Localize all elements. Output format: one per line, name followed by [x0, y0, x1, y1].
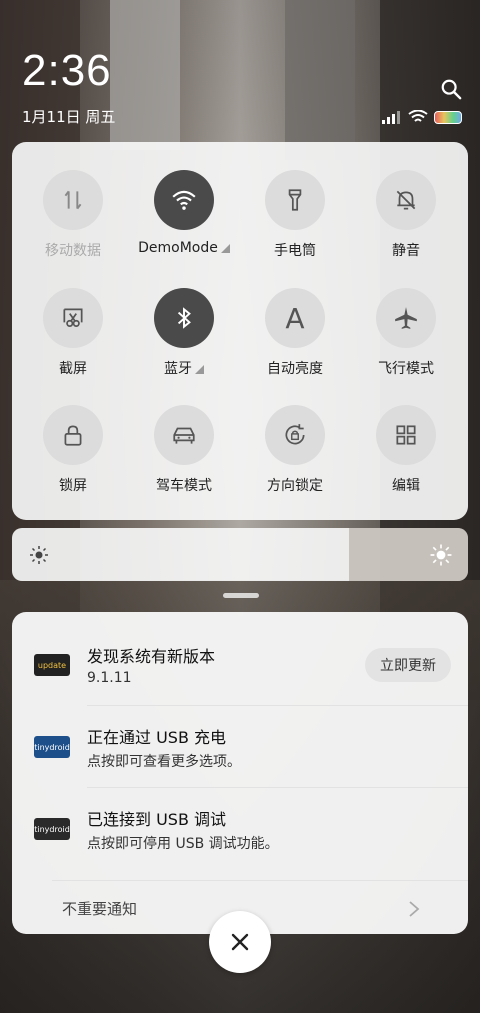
background-building: [285, 0, 355, 160]
expand-triangle-icon: [195, 365, 204, 374]
notification-text: 点按即可查看更多选项。: [87, 754, 241, 770]
notification-panel: update 发现系统有新版本 9.1.11 立即更新 tinydroid 正在…: [12, 612, 468, 934]
notification-title: 发现系统有新版本: [87, 647, 216, 666]
status-icons: [382, 109, 462, 125]
screenshot-icon: [63, 308, 83, 327]
date: 1月11日 周五: [22, 108, 116, 126]
notification-usb-debugging[interactable]: tinydroid 已连接到 USB 调试 点按即可停用 USB 调试功能。: [12, 788, 468, 868]
battery-icon: [434, 110, 462, 124]
tile-bluetooth[interactable]: 蓝牙: [129, 288, 239, 378]
tile-label: 锁屏: [59, 478, 87, 494]
lock-icon: [64, 425, 82, 446]
tile-mute[interactable]: 静音: [351, 170, 461, 260]
mobile-data-icon: [64, 190, 82, 210]
search-icon[interactable]: [440, 78, 462, 100]
tile-label: DemoMode: [138, 240, 218, 256]
tile-flashlight[interactable]: 手电筒: [240, 170, 350, 260]
tile-airplane-mode[interactable]: 飞行模式: [351, 288, 461, 378]
tile-auto-brightness[interactable]: A 自动亮度: [240, 288, 350, 378]
drag-handle[interactable]: [223, 593, 259, 598]
tile-label: 驾车模式: [156, 478, 212, 494]
notification-update[interactable]: update 发现系统有新版本 9.1.11 立即更新: [12, 612, 468, 704]
tile-label: 飞行模式: [378, 361, 434, 377]
tinydroid-app-icon: tinydroid: [34, 818, 70, 840]
notification-text: 9.1.11: [87, 670, 132, 686]
flashlight-icon: [288, 189, 302, 211]
mute-bell-icon: [396, 190, 416, 210]
car-icon: [173, 427, 195, 444]
tile-label: 自动亮度: [267, 361, 323, 377]
notification-usb-charging[interactable]: tinydroid 正在通过 USB 充电 点按即可查看更多选项。: [12, 706, 468, 786]
update-now-button[interactable]: 立即更新: [365, 648, 451, 682]
update-app-icon: update: [34, 654, 70, 676]
wifi-icon: [172, 190, 196, 210]
tile-edit[interactable]: 编辑: [351, 405, 461, 495]
chevron-right-icon[interactable]: [407, 901, 421, 917]
tile-label: 方向锁定: [267, 478, 323, 494]
quick-settings-panel: 移动数据 DemoMode 手电筒 静音 截屏 蓝牙 A 自动亮度 飞行模式 锁…: [12, 142, 468, 520]
airplane-icon: [395, 307, 417, 329]
signal-icon: [382, 111, 400, 124]
brightness-slider[interactable]: [12, 528, 468, 581]
rotation-lock-icon: [285, 424, 305, 445]
tile-mobile-data[interactable]: 移动数据: [18, 170, 128, 260]
notification-text: 点按即可停用 USB 调试功能。: [87, 836, 279, 852]
background-building: [110, 0, 180, 150]
divider: [52, 880, 468, 881]
tile-screenshot[interactable]: 截屏: [18, 288, 128, 378]
bluetooth-icon: [177, 307, 191, 329]
expand-triangle-icon: [220, 244, 230, 253]
notification-title: 已连接到 USB 调试: [87, 810, 227, 829]
tile-rotation-lock[interactable]: 方向锁定: [240, 405, 350, 495]
tile-label: 蓝牙: [164, 361, 192, 377]
brightness-high-icon: [430, 544, 452, 566]
tile-label: 移动数据: [45, 243, 101, 259]
tile-label: 静音: [392, 243, 420, 259]
tile-driving-mode[interactable]: 驾车模式: [129, 405, 239, 495]
brightness-low-icon: [30, 546, 48, 564]
auto-brightness-icon: A: [285, 301, 305, 335]
tinydroid-app-icon: tinydroid: [34, 736, 70, 758]
clear-all-button[interactable]: [209, 911, 271, 973]
unimportant-notifications-link[interactable]: 不重要通知: [62, 898, 137, 919]
tile-label: 截屏: [59, 361, 87, 377]
tile-wifi[interactable]: DemoMode: [129, 170, 239, 256]
close-icon: [231, 933, 249, 951]
tile-label: 手电筒: [274, 243, 316, 259]
notification-title: 正在通过 USB 充电: [87, 728, 227, 747]
clock: 2:36: [22, 46, 112, 95]
tile-label: 编辑: [392, 478, 420, 494]
edit-grid-icon: [396, 425, 416, 445]
tile-lock-screen[interactable]: 锁屏: [18, 405, 128, 495]
wifi-icon: [408, 110, 428, 122]
